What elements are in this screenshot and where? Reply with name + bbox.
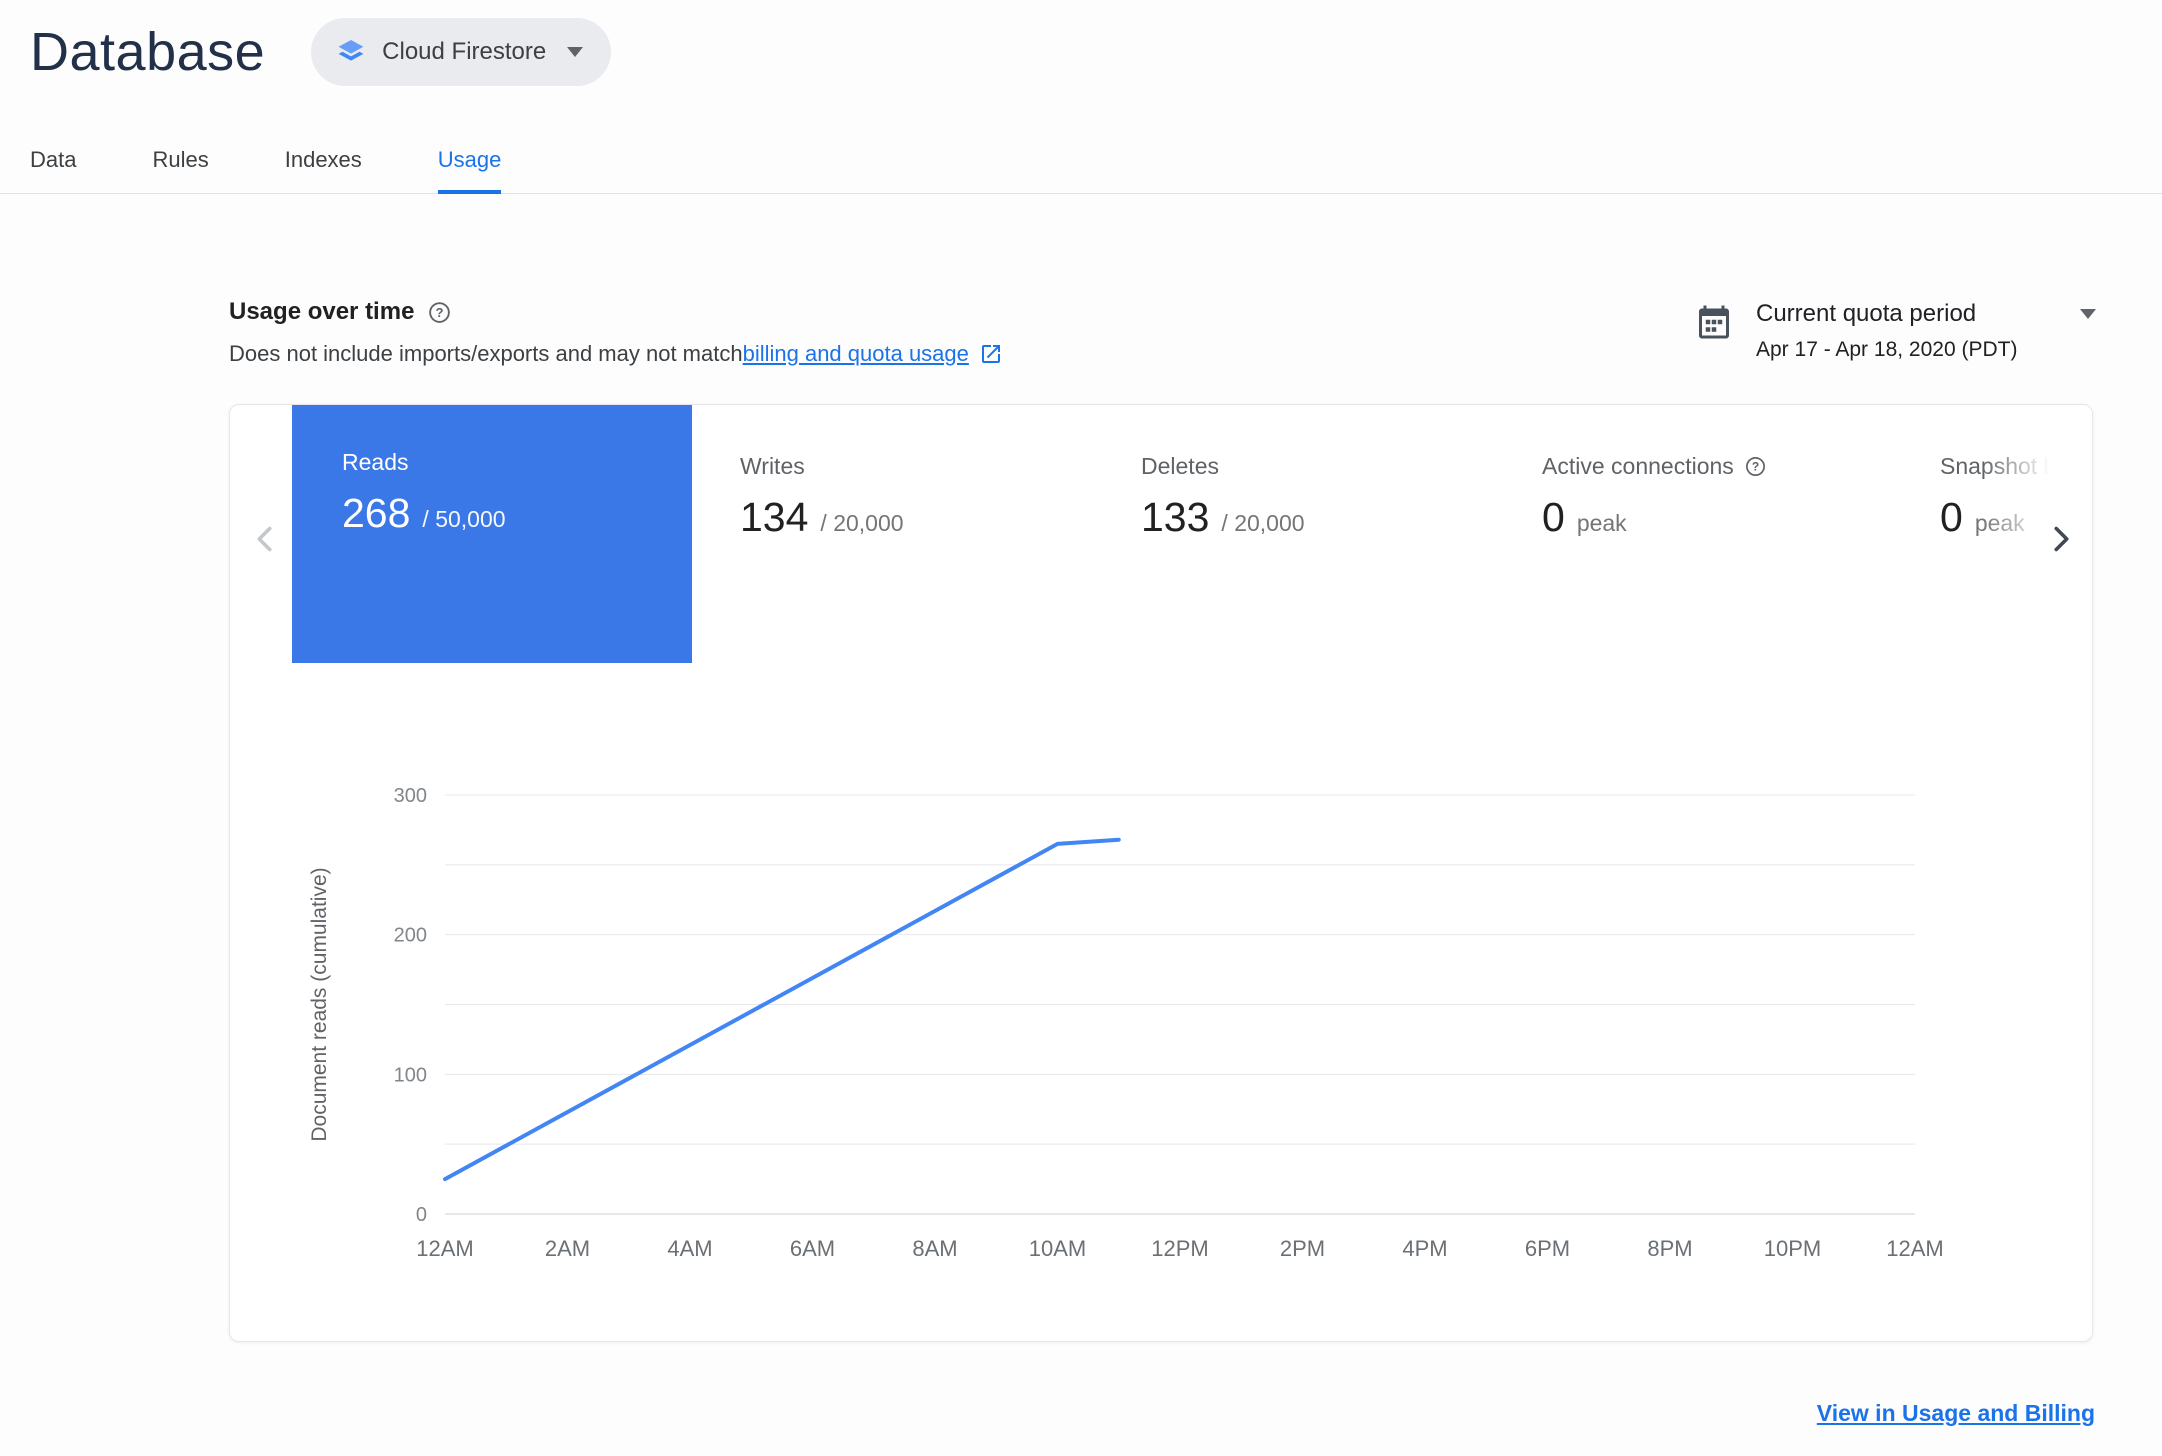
prev-metrics-button[interactable] xyxy=(242,515,290,563)
help-icon[interactable]: ? xyxy=(427,300,452,325)
metric-reads[interactable]: Reads 268 / 50,000 xyxy=(292,405,692,663)
svg-text:12AM: 12AM xyxy=(416,1236,473,1261)
tab-usage[interactable]: Usage xyxy=(437,130,502,194)
usage-card: Reads 268 / 50,000 Writes 134 / 20,000 D… xyxy=(229,404,2093,1342)
quota-period-range: Apr 17 - Apr 18, 2020 (PDT) xyxy=(1756,338,2018,361)
svg-text:100: 100 xyxy=(394,1064,427,1086)
view-usage-billing-link[interactable]: View in Usage and Billing xyxy=(1817,1400,2095,1426)
usage-section-header: Usage over time ? Does not include impor… xyxy=(229,298,1003,367)
metric-deletes-value: 133 xyxy=(1141,494,1210,540)
metric-writes-value: 134 xyxy=(740,494,809,540)
metric-snapshot-listeners-label: Snapshot listeners xyxy=(1940,453,2092,479)
calendar-icon xyxy=(1696,304,1732,345)
svg-text:?: ? xyxy=(436,305,444,320)
footer: View in Usage and Billing xyxy=(1817,1400,2095,1427)
chevron-left-icon xyxy=(248,521,284,557)
metric-deletes-label: Deletes xyxy=(1141,453,1219,479)
svg-text:4AM: 4AM xyxy=(667,1236,712,1261)
tab-bar: Data Rules Indexes Usage xyxy=(0,130,2162,194)
metric-active-connections[interactable]: Active connections ? 0 peak xyxy=(1542,453,1767,541)
firestore-usage-page: Database Cloud Firestore Data Rules Inde… xyxy=(0,0,2162,1456)
svg-text:10AM: 10AM xyxy=(1029,1236,1086,1261)
svg-text:6PM: 6PM xyxy=(1525,1236,1570,1261)
metric-deletes-limit: / 20,000 xyxy=(1221,510,1305,536)
metric-snapshot-listeners-limit: peak xyxy=(1974,510,2025,536)
chevron-down-icon xyxy=(567,47,584,57)
metric-reads-label: Reads xyxy=(342,449,409,475)
help-icon[interactable]: ? xyxy=(1744,455,1767,478)
metric-reads-limit: / 50,000 xyxy=(422,506,506,532)
product-selector[interactable]: Cloud Firestore xyxy=(311,18,612,86)
svg-text:200: 200 xyxy=(394,925,427,947)
tab-rules[interactable]: Rules xyxy=(152,130,208,194)
svg-text:Document reads (cumulative): Document reads (cumulative) xyxy=(308,867,331,1141)
usage-subtitle-text: Does not include imports/exports and may… xyxy=(229,341,743,366)
metric-writes[interactable]: Writes 134 / 20,000 xyxy=(740,453,904,541)
svg-text:12PM: 12PM xyxy=(1151,1236,1208,1261)
metric-active-connections-limit: peak xyxy=(1576,510,1627,536)
chevron-right-icon xyxy=(2042,521,2078,557)
svg-text:12AM: 12AM xyxy=(1886,1236,1943,1261)
usage-over-time-title: Usage over time xyxy=(229,298,415,325)
quota-period-controls: Current quota period Apr 17 - Apr 18, 20… xyxy=(1696,300,2096,362)
product-selector-label: Cloud Firestore xyxy=(382,38,547,65)
tab-data[interactable]: Data xyxy=(30,130,76,194)
quota-period-label: Current quota period xyxy=(1756,300,1977,327)
metric-writes-label: Writes xyxy=(740,453,805,479)
billing-quota-usage-link[interactable]: billing and quota usage xyxy=(743,341,969,367)
svg-text:4PM: 4PM xyxy=(1402,1236,1447,1261)
svg-text:?: ? xyxy=(1752,460,1759,474)
usage-subtitle: Does not include imports/exports and may… xyxy=(229,341,1003,367)
external-link-icon[interactable] xyxy=(979,342,1003,366)
metric-snapshot-listeners-value: 0 xyxy=(1940,494,1963,540)
svg-text:0: 0 xyxy=(416,1204,427,1226)
page-header: Database Cloud Firestore xyxy=(30,18,612,86)
svg-text:10PM: 10PM xyxy=(1764,1236,1821,1261)
tab-indexes[interactable]: Indexes xyxy=(285,130,362,194)
svg-text:8PM: 8PM xyxy=(1647,1236,1692,1261)
quota-period-selector[interactable]: Current quota period xyxy=(1756,300,2096,328)
metric-active-connections-label: Active connections xyxy=(1542,453,1734,479)
svg-text:8AM: 8AM xyxy=(912,1236,957,1261)
firestore-icon xyxy=(335,36,367,68)
metric-active-connections-value: 0 xyxy=(1542,494,1565,540)
svg-text:2PM: 2PM xyxy=(1280,1236,1325,1261)
svg-text:300: 300 xyxy=(394,785,427,807)
svg-text:6AM: 6AM xyxy=(790,1236,835,1261)
chevron-down-icon xyxy=(2080,309,2096,319)
svg-text:2AM: 2AM xyxy=(545,1236,590,1261)
metric-writes-limit: / 20,000 xyxy=(820,510,904,536)
next-metrics-button[interactable] xyxy=(2036,515,2084,563)
page-title: Database xyxy=(30,22,266,82)
quota-period-column: Current quota period Apr 17 - Apr 18, 20… xyxy=(1756,300,2096,362)
metric-reads-value: 268 xyxy=(342,490,411,536)
metric-deletes[interactable]: Deletes 133 / 20,000 xyxy=(1141,453,1305,541)
